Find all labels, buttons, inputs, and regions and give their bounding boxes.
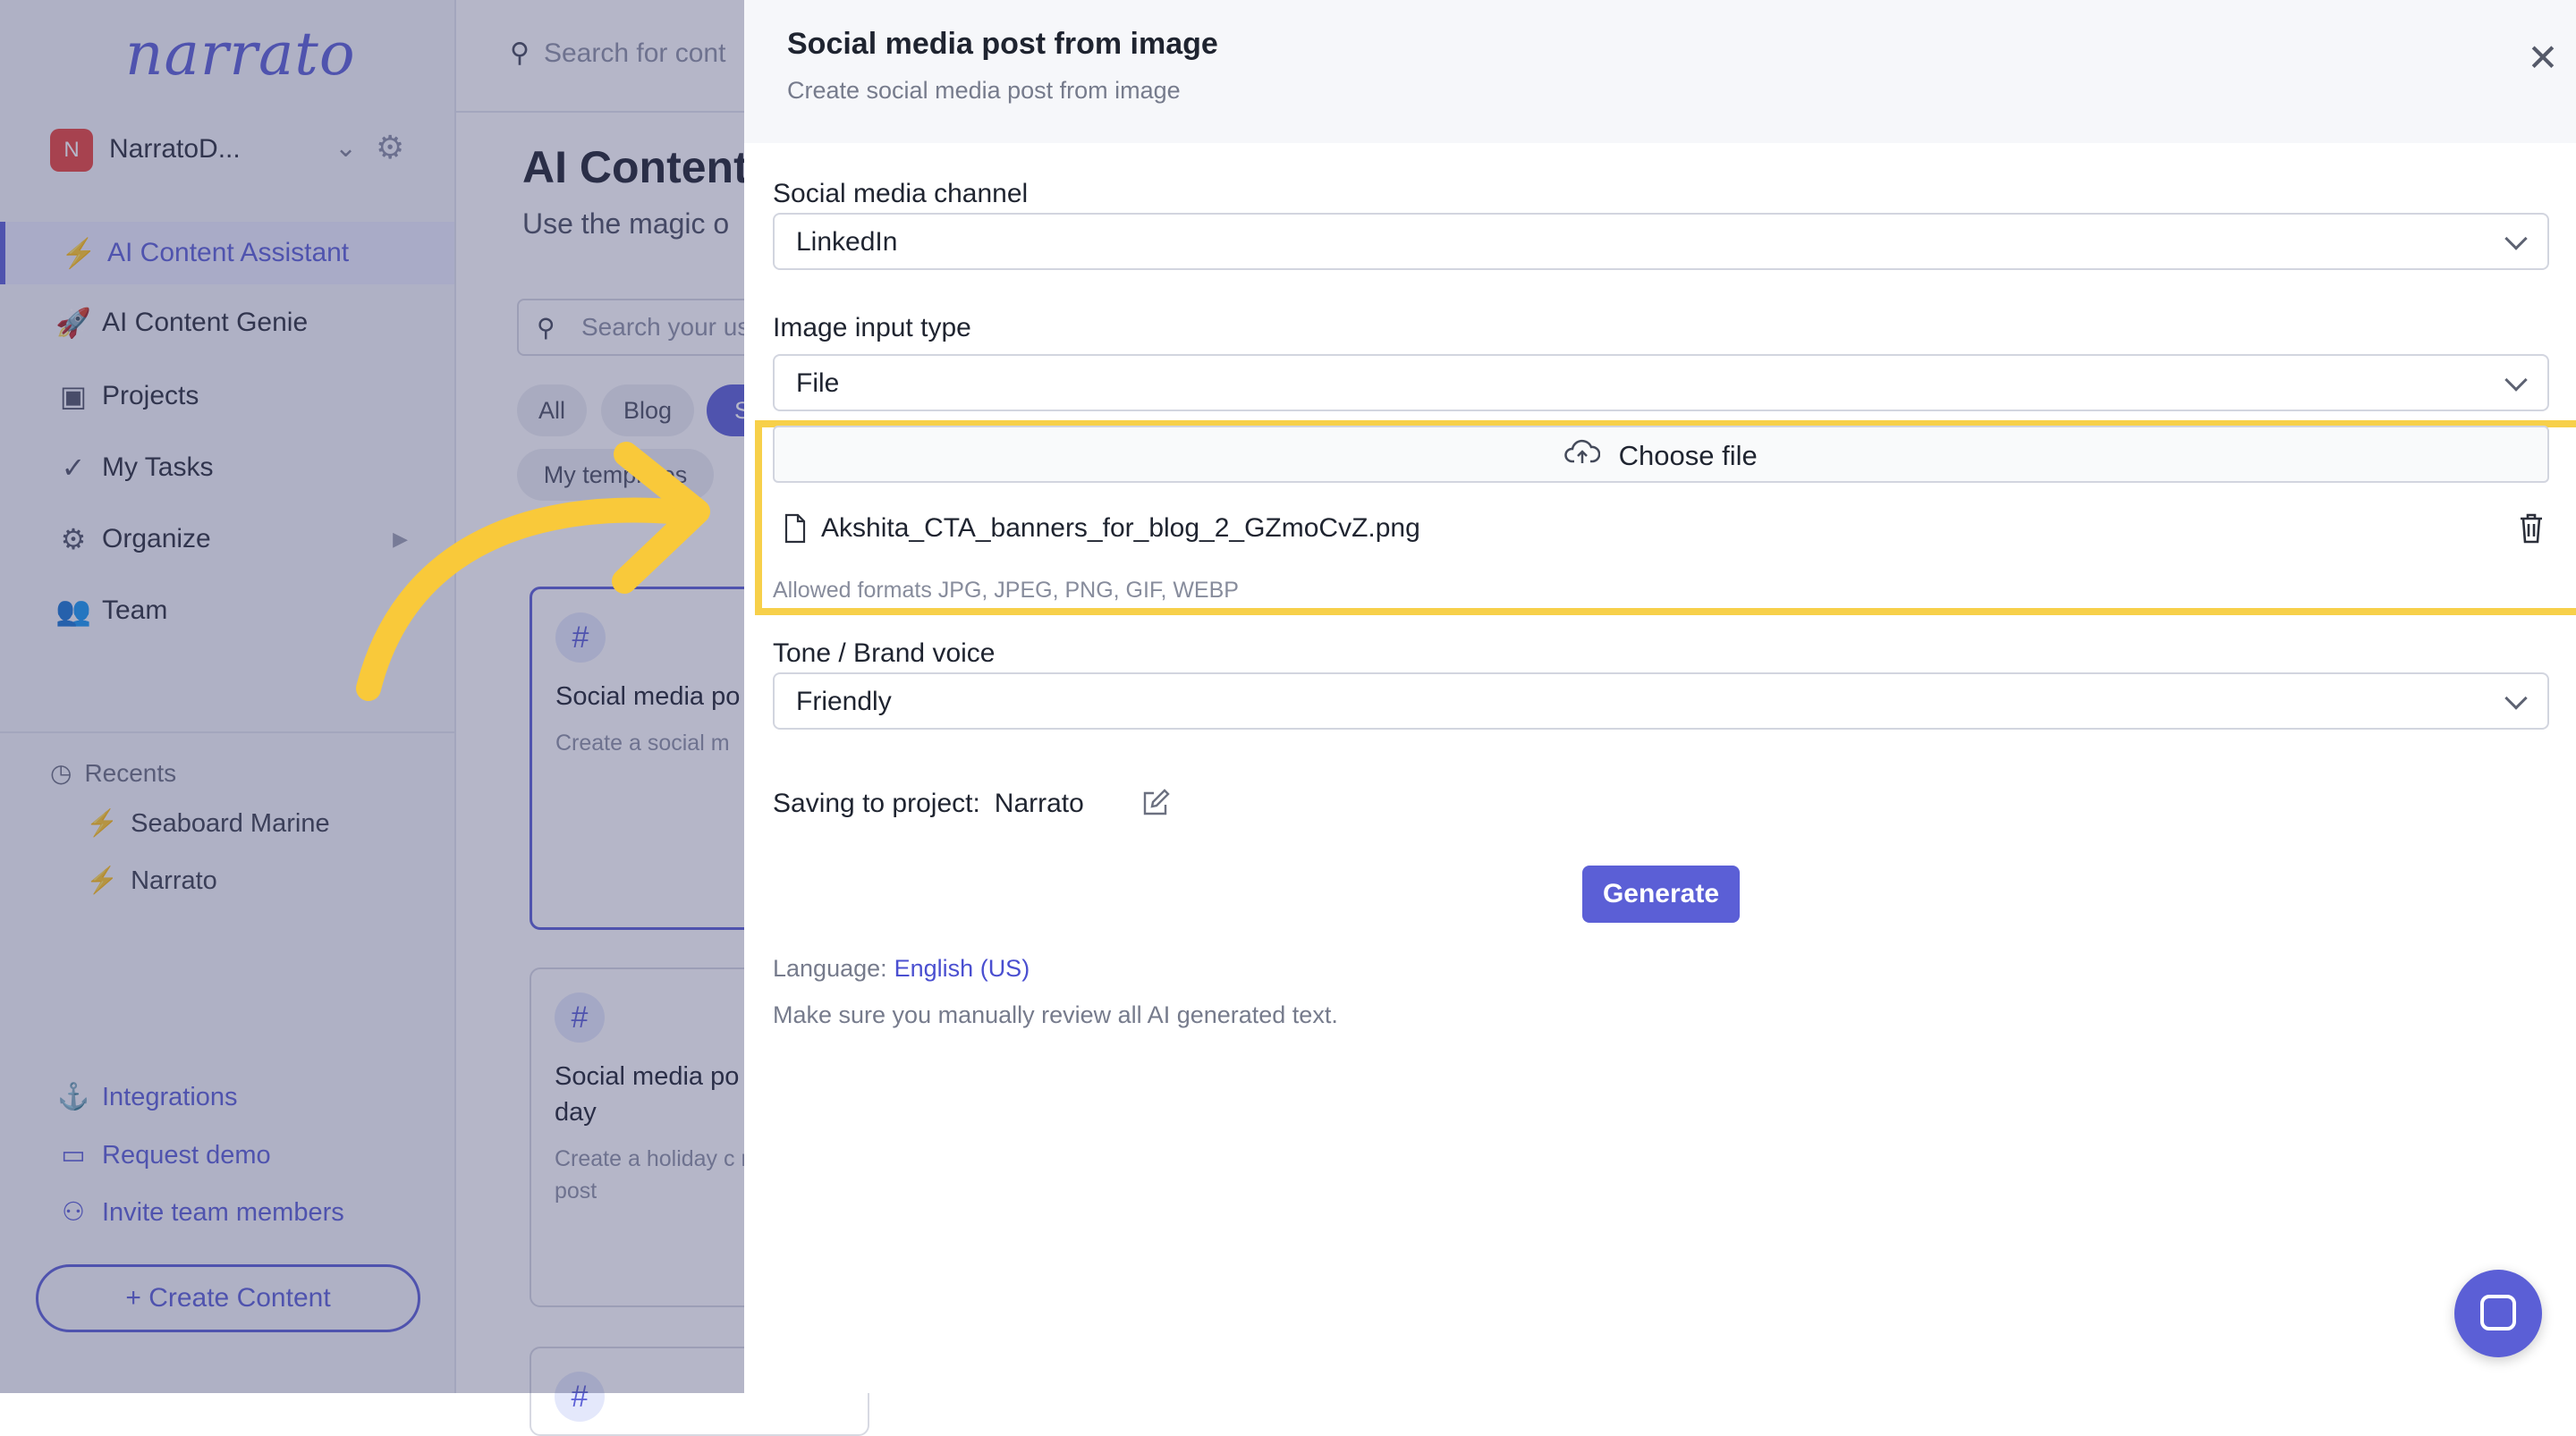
chevron-down-icon [2504, 687, 2528, 710]
choose-file-label: Choose file [1618, 440, 1758, 471]
chevron-down-icon [2504, 368, 2528, 392]
uploaded-file-row: Akshita_CTA_banners_for_blog_2_GZmoCvZ.p… [784, 510, 2546, 549]
review-note: Make sure you manually review all AI gen… [773, 1001, 1338, 1028]
tone-select[interactable]: Friendly [773, 672, 2549, 730]
channel-label: Social media channel [773, 179, 1029, 208]
chat-icon [2480, 1295, 2516, 1330]
highlight-arrow [356, 442, 710, 701]
project-name: Narrato [994, 789, 1084, 818]
allowed-formats: Allowed formats JPG, JPEG, PNG, GIF, WEB… [773, 578, 1239, 603]
choose-file-button[interactable]: Choose file [773, 426, 2549, 483]
channel-select[interactable]: LinkedIn [773, 213, 2549, 270]
chat-launcher-button[interactable] [2454, 1270, 2542, 1357]
file-icon [784, 513, 806, 544]
close-icon[interactable]: ✕ [2522, 38, 2563, 79]
drawer-title: Social media post from image [787, 27, 1218, 61]
channel-value: LinkedIn [796, 227, 898, 257]
chevron-down-icon [2504, 227, 2528, 250]
trash-icon[interactable] [2517, 511, 2546, 545]
edit-icon[interactable] [1141, 789, 1170, 817]
drawer-header: Social media post from image Create soci… [744, 0, 2576, 143]
drawer-subtitle: Create social media post from image [787, 77, 1181, 104]
cloud-upload-icon [1564, 439, 1601, 463]
language-row: Language: English (US) [773, 955, 1030, 983]
social-post-drawer: Social media post from image Create soci… [744, 0, 2576, 1393]
saving-label: Saving to project: [773, 789, 980, 818]
saving-to-project: Saving to project: Narrato [773, 789, 1170, 819]
input-type-select[interactable]: File [773, 354, 2549, 411]
file-name: Akshita_CTA_banners_for_blog_2_GZmoCvZ.p… [821, 513, 1420, 543]
tone-value: Friendly [796, 687, 892, 716]
tone-label: Tone / Brand voice [773, 638, 996, 668]
input-type-label: Image input type [773, 313, 971, 342]
language-value-link[interactable]: English (US) [894, 955, 1030, 982]
input-type-value: File [796, 368, 840, 398]
generate-button[interactable]: Generate [1582, 866, 1740, 923]
language-label: Language: [773, 955, 887, 982]
